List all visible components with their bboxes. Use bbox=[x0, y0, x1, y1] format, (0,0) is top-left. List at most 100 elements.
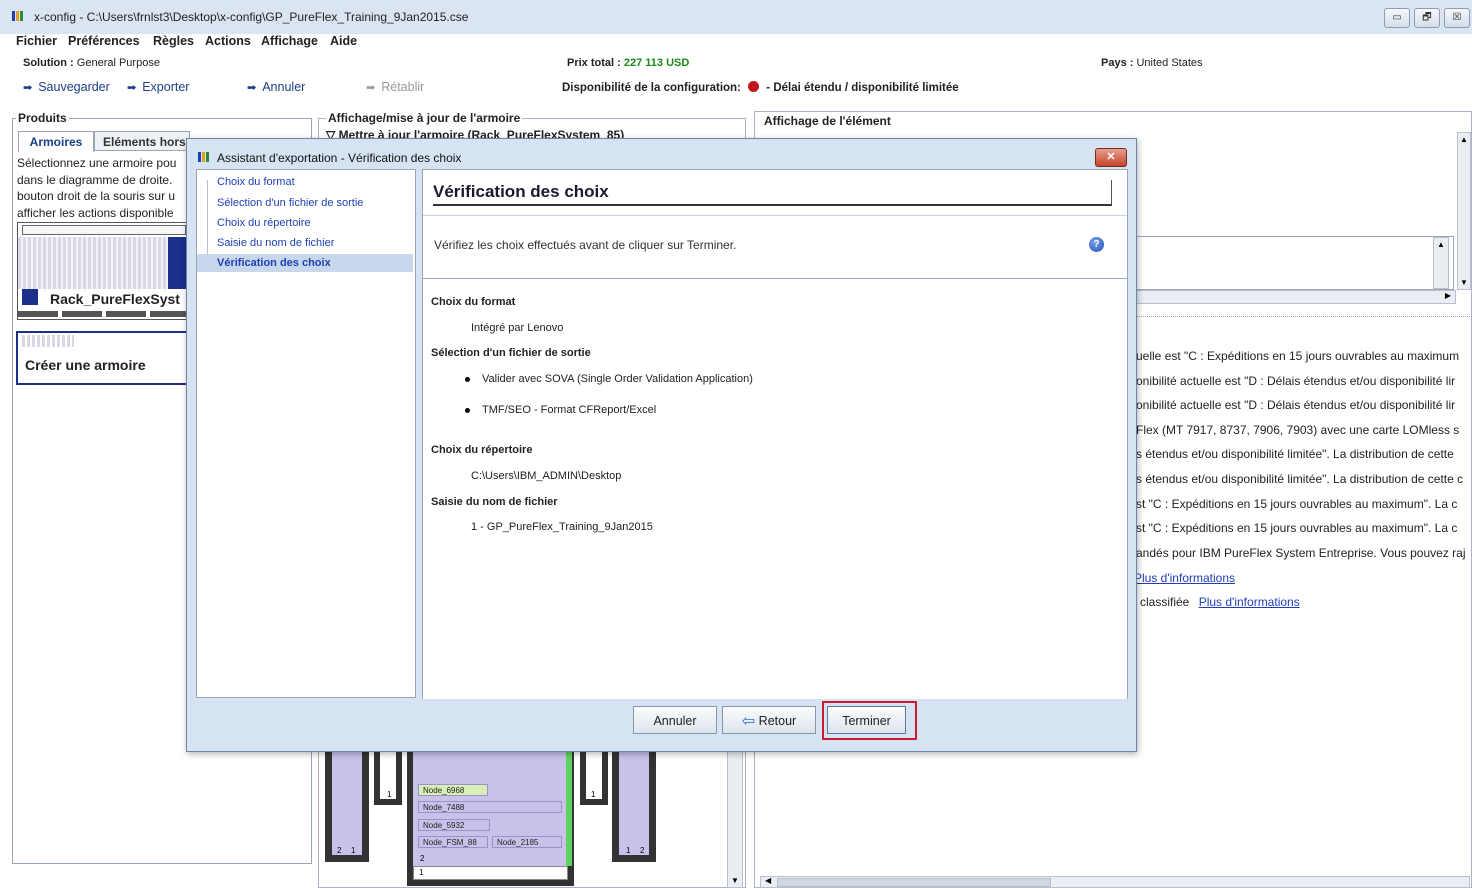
redo-button[interactable]: ➡ Rétablir bbox=[366, 80, 424, 94]
scroll-down-icon: ▼ bbox=[731, 876, 739, 885]
node-item[interactable]: Node_FSM_88 bbox=[418, 836, 488, 848]
more-info-link[interactable]: Plus d'informations bbox=[1199, 595, 1300, 609]
element-hscrollbar[interactable]: ▶ bbox=[1134, 290, 1456, 304]
dialog-title: Assistant d'exportation - Vérification d… bbox=[217, 151, 462, 165]
products-title: Produits bbox=[16, 111, 69, 125]
country-label: Pays : bbox=[1101, 57, 1134, 69]
wizard-footer: Annuler ⇦ Retour Terminer bbox=[422, 699, 1128, 749]
cabinet-title: Affichage/mise à jour de l'armoire bbox=[326, 111, 523, 125]
desc-line: bouton droit de la souris sur u bbox=[17, 189, 176, 203]
rack-thumbnail[interactable]: Rack_PureFlexSyst bbox=[17, 222, 189, 320]
app-icon bbox=[12, 11, 26, 21]
back-label: Retour bbox=[758, 714, 797, 728]
rack-base bbox=[18, 311, 186, 317]
menu-regles[interactable]: Règles bbox=[153, 34, 194, 48]
price-value: 227 113 USD bbox=[623, 57, 690, 69]
products-description: Sélectionnez une armoire pou dans le dia… bbox=[17, 155, 176, 221]
format-value: Intégré par Lenovo bbox=[471, 322, 564, 334]
desc-line: afficher les actions disponible bbox=[17, 205, 174, 220]
step-choix-repertoire[interactable]: Choix du répertoire bbox=[217, 217, 311, 229]
maximize-button[interactable]: 🗗 bbox=[1414, 8, 1440, 28]
node-item[interactable]: Node_6968 bbox=[418, 784, 488, 796]
wizard-content: Vérification des choix Vérifiez les choi… bbox=[422, 169, 1128, 701]
create-rack-button[interactable]: Créer une armoire bbox=[16, 331, 188, 385]
scroll-up-icon: ▲ bbox=[1460, 135, 1468, 144]
wizard-steps-nav: Choix du format Sélection d'un fichier d… bbox=[196, 169, 416, 698]
export-wizard-dialog: Assistant d'exportation - Vérification d… bbox=[186, 138, 1137, 752]
format-section-title: Choix du format bbox=[431, 296, 516, 308]
filename-section-title: Saisie du nom de fichier bbox=[431, 496, 558, 508]
country-info: Pays : United States bbox=[1101, 57, 1203, 69]
slot-number: 2 bbox=[640, 846, 645, 855]
node-item[interactable]: Node_5932 bbox=[418, 819, 490, 831]
step-saisie-nom[interactable]: Saisie du nom de fichier bbox=[217, 237, 334, 249]
availability-info: Disponibilité de la configuration: - Dél… bbox=[562, 81, 959, 94]
menu-fichier[interactable]: Fichier bbox=[16, 34, 57, 48]
wizard-instruction: Vérifiez les choix effectués avant de cl… bbox=[434, 238, 737, 252]
scroll-right-icon: ▶ bbox=[1444, 291, 1451, 300]
element-textarea[interactable] bbox=[1134, 236, 1454, 290]
dialog-close-button[interactable]: ✕ bbox=[1095, 148, 1127, 167]
step-verification[interactable]: Vérification des choix bbox=[197, 254, 413, 272]
price-info: Prix total : 227 113 USD bbox=[567, 57, 689, 69]
export-label: Exporter bbox=[142, 80, 190, 94]
step-selection-fichier[interactable]: Sélection d'un fichier de sortie bbox=[217, 197, 363, 209]
export-button[interactable]: ➡ Exporter bbox=[127, 80, 189, 94]
arrow-right-icon: ➡ bbox=[23, 82, 33, 94]
rack-chassis-left bbox=[325, 750, 369, 862]
menu-affichage[interactable]: Affichage bbox=[261, 34, 318, 48]
cancel-button[interactable]: Annuler bbox=[633, 706, 717, 734]
price-label: Prix total : bbox=[567, 57, 621, 69]
rack-chassis-right bbox=[612, 750, 656, 862]
element-bottom-scrollbar[interactable]: ◀ bbox=[760, 876, 1470, 888]
save-button[interactable]: ➡ Sauvegarder bbox=[23, 80, 110, 94]
output-item-label: TMF/SEO - Format CFReport/Excel bbox=[482, 404, 657, 416]
rack-bottom-slot: 1 bbox=[413, 866, 568, 880]
tab-armoires[interactable]: Armoires bbox=[18, 131, 94, 152]
back-button[interactable]: ⇦ Retour bbox=[722, 706, 816, 734]
desc-line: dans le diagramme de droite. bbox=[17, 172, 173, 187]
output-item: Valider avec SOVA (Single Order Validati… bbox=[465, 373, 753, 385]
country-value: United States bbox=[1136, 57, 1203, 69]
tab-elements-hors[interactable]: Eléments hors bbox=[94, 131, 190, 151]
slot-number: 2 bbox=[337, 846, 342, 855]
more-info-link[interactable]: Plus d'informations bbox=[1134, 571, 1235, 585]
message-line: onibilité actuelle est "D : Délais étend… bbox=[1136, 398, 1456, 412]
rack-graphic-dark bbox=[168, 237, 186, 289]
finish-button[interactable]: Terminer bbox=[827, 706, 906, 734]
redo-label: Rétablir bbox=[381, 80, 425, 94]
dialog-app-icon bbox=[198, 152, 212, 162]
create-rack-graphic bbox=[22, 335, 74, 347]
slot-number: 1 bbox=[387, 790, 392, 799]
step-choix-format[interactable]: Choix du format bbox=[217, 176, 295, 188]
availability-status-icon bbox=[748, 81, 760, 92]
help-icon[interactable]: ? bbox=[1089, 237, 1104, 252]
directory-section-title: Choix du répertoire bbox=[431, 444, 533, 456]
menu-aide[interactable]: Aide bbox=[330, 34, 357, 48]
message-line: onibilité actuelle est "D : Délais étend… bbox=[1136, 374, 1456, 388]
node-item[interactable]: Node_7488 bbox=[418, 801, 562, 813]
cancel-toolbar-button[interactable]: ➡ Annuler bbox=[247, 80, 305, 94]
rack-graphic bbox=[18, 237, 168, 289]
scroll-down-icon: ▼ bbox=[1460, 278, 1468, 287]
node-item[interactable]: Node_2185 bbox=[492, 836, 562, 848]
scroll-thumb[interactable] bbox=[777, 878, 1051, 887]
save-label: Sauvegarder bbox=[38, 80, 110, 94]
menu-preferences[interactable]: Préférences bbox=[68, 34, 140, 48]
desc-line: Sélectionnez une armoire pou bbox=[17, 156, 177, 170]
close-window-button[interactable]: ☒ bbox=[1444, 8, 1470, 28]
cabinet-scrollbar[interactable]: ▼ bbox=[727, 750, 743, 888]
rack-icon bbox=[22, 289, 38, 305]
message-line: s étendus et/ou disponibilité limitée". … bbox=[1136, 472, 1464, 486]
availability-value: - Délai étendu / disponibilité limitée bbox=[766, 82, 959, 94]
element-textarea-scrollbar[interactable]: ▲ bbox=[1433, 237, 1449, 289]
element-scrollbar-top[interactable]: ▲ ▼ bbox=[1457, 132, 1471, 290]
solution-info: Solution : General Purpose bbox=[23, 57, 160, 69]
filename-value: 1 - GP_PureFlex_Training_9Jan2015 bbox=[471, 521, 653, 533]
minimize-button[interactable]: ▭ bbox=[1384, 8, 1410, 28]
rack-status-bar bbox=[566, 750, 572, 866]
slot-number: 1 bbox=[351, 846, 356, 855]
rack-name: Rack_PureFlexSyst bbox=[50, 291, 180, 307]
menu-actions[interactable]: Actions bbox=[205, 34, 251, 48]
output-item-label: Valider avec SOVA (Single Order Validati… bbox=[482, 373, 753, 385]
